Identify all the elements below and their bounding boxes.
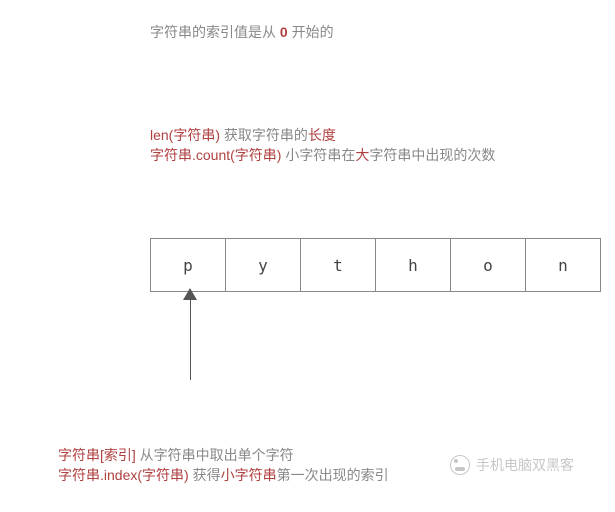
count-bold: 大 <box>355 147 369 163</box>
cell: p <box>151 239 226 292</box>
cell: h <box>376 239 451 292</box>
len-description: len(字符串) 获取字符串的长度 <box>150 125 336 145</box>
index-pointer-arrow <box>180 288 200 378</box>
text: 小字符串在 <box>285 147 355 163</box>
subscript-description: 字符串[索引] 从字符串中取出单个字符 <box>58 445 294 465</box>
cell: o <box>451 239 526 292</box>
text: 开始的 <box>288 24 334 40</box>
len-bold: 长度 <box>308 127 336 143</box>
text: 字符串的索引值是从 <box>150 24 280 40</box>
arrow-up-icon <box>183 288 197 300</box>
indexof-description: 字符串.index(字符串) 获得小字符串第一次出现的索引 <box>58 465 389 485</box>
table-row: p y t h o n <box>151 239 601 292</box>
text: 从字符串中取出单个字符 <box>140 447 294 463</box>
index-start-note: 字符串的索引值是从 0 开始的 <box>150 22 334 42</box>
count-code: 字符串.count(字符串) <box>150 147 285 163</box>
text: 第一次出现的索引 <box>277 467 389 483</box>
text: 获取字符串的 <box>224 127 308 143</box>
cell: n <box>526 239 601 292</box>
cell: t <box>301 239 376 292</box>
cell: y <box>226 239 301 292</box>
text: 字符串中出现的次数 <box>369 147 495 163</box>
indexof-code: 字符串.index(字符串) <box>58 467 193 483</box>
wechat-icon <box>450 455 470 475</box>
arrow-stem <box>190 300 191 380</box>
indexof-bold: 小字符串 <box>221 467 277 483</box>
watermark: 手机电脑双黑客 <box>450 455 574 475</box>
text: 获得 <box>193 467 221 483</box>
string-cells-table: p y t h o n <box>150 238 601 292</box>
subscript-code: 字符串[索引] <box>58 447 140 463</box>
count-description: 字符串.count(字符串) 小字符串在大字符串中出现的次数 <box>150 145 495 165</box>
zero-emph: 0 <box>280 24 288 40</box>
len-code: len(字符串) <box>150 127 224 143</box>
watermark-text: 手机电脑双黑客 <box>476 455 574 475</box>
